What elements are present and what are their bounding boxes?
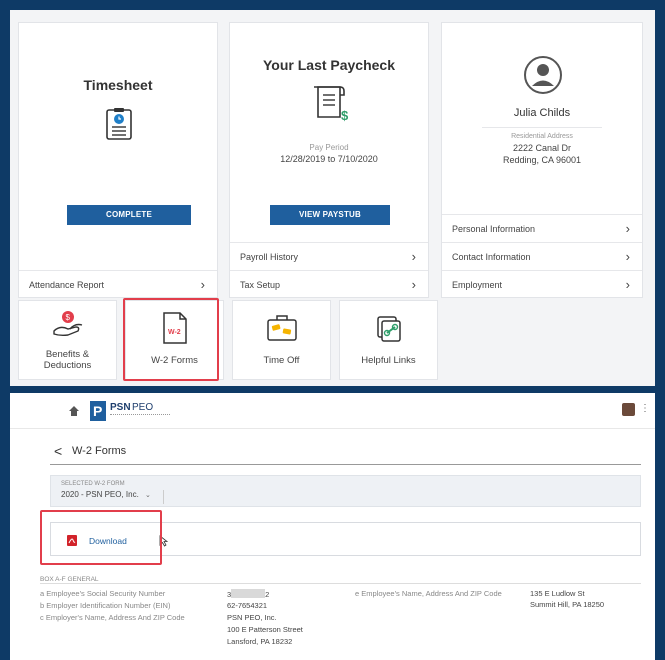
logo-text-bold: PSN [110, 402, 131, 413]
helpful-links-tile[interactable]: Helpful Links [339, 300, 438, 380]
timesheet-title: Timesheet [83, 77, 153, 93]
benefits-label-line2: Deductions [43, 360, 92, 371]
payroll-history-link[interactable]: Payroll History › [230, 242, 428, 270]
time-off-tile[interactable]: Time Off [232, 300, 331, 380]
box-section-label: BOX A-F GENERAL [40, 576, 99, 583]
w2-form-select[interactable]: 2020 - PSN PEO, Inc. ⌄ [61, 490, 164, 504]
select-label: SELECTED W-2 FORM [61, 481, 125, 487]
ein-value: 62-7654321 [227, 601, 268, 610]
suitcase-icon [266, 315, 297, 341]
paystub-icon: $ [314, 86, 349, 123]
chevron-right-icon: › [625, 249, 630, 264]
attendance-report-link[interactable]: Attendance Report › [19, 270, 217, 298]
title-underline [50, 464, 641, 465]
w2-forms-panel: P PSN PEO ⋮ < W-2 Forms SELECTED W-2 FOR… [10, 393, 655, 660]
dashboard-panel: Timesheet COMPLETE Attendance Report › Y… [10, 10, 655, 386]
chevron-right-icon: › [200, 277, 205, 292]
contact-information-label: Contact Information [452, 252, 531, 262]
employment-label: Employment [452, 280, 503, 290]
avatar-icon [524, 56, 562, 94]
complete-button[interactable]: COMPLETE [67, 205, 191, 225]
employee-city: Summit Hill, PA 18250 [530, 600, 605, 609]
svg-text:$: $ [341, 108, 349, 123]
pay-period-label: Pay Period [309, 143, 349, 152]
tax-setup-label: Tax Setup [240, 280, 281, 290]
w2-tile-highlight [123, 298, 219, 381]
view-paystub-button[interactable]: VIEW PAYSTUB [270, 205, 390, 225]
profile-divider [482, 127, 602, 128]
select-value: 2020 - PSN PEO, Inc. [61, 490, 139, 499]
helpful-links-label: Helpful Links [361, 355, 416, 366]
benefits-icon: $ [52, 311, 82, 337]
benefits-deductions-tile[interactable]: $ Benefits & Deductions [18, 300, 117, 380]
section-divider [40, 583, 641, 584]
ssn-redaction [231, 589, 266, 598]
chevron-right-icon: › [625, 277, 630, 292]
address-line2: Redding, CA 96001 [502, 155, 582, 165]
employer-address-label: c Employer's Name, Address And ZIP Code [40, 613, 185, 622]
download-highlight [40, 510, 162, 565]
contact-information-link[interactable]: Contact Information › [442, 242, 642, 270]
link-icon [376, 316, 401, 342]
personal-information-label: Personal Information [452, 224, 536, 234]
chevron-right-icon: › [411, 277, 416, 292]
psn-logo-mark: P [90, 401, 106, 421]
ssn-label: a Employee's Social Security Number [40, 589, 166, 598]
w2-form-selector: SELECTED W-2 FORM 2020 - PSN PEO, Inc. ⌄ [50, 475, 641, 507]
svg-text:P: P [93, 403, 102, 419]
payroll-history-label: Payroll History [240, 252, 299, 262]
personal-information-link[interactable]: Personal Information › [442, 214, 642, 242]
paycheck-card: Your Last Paycheck $ Pay Period 12/28/20… [229, 22, 429, 298]
employer-street: 100 E Patterson Street [227, 625, 303, 634]
pay-period-value: 12/28/2019 to 7/10/2020 [280, 154, 378, 164]
home-icon[interactable] [68, 405, 80, 417]
ein-label: b Employer Identification Number (EIN) [40, 601, 171, 610]
tax-setup-link[interactable]: Tax Setup › [230, 270, 428, 298]
employer-name: PSN PEO, Inc. [227, 613, 277, 622]
employee-street: 135 E Ludlow St [530, 589, 585, 598]
address-label: Residential Address [511, 133, 573, 140]
timesheet-card: Timesheet COMPLETE Attendance Report › [18, 22, 218, 298]
ssn-value: 32 [227, 589, 269, 600]
employer-city: Lansford, PA 18232 [227, 637, 293, 646]
paycheck-title: Your Last Paycheck [262, 57, 396, 73]
address-line1: 2222 Canal Dr [512, 143, 572, 153]
page-title: W-2 Forms [72, 445, 127, 457]
ssn-value-end: 2 [265, 590, 270, 599]
logo-tagline [110, 414, 170, 417]
svg-text:$: $ [65, 313, 70, 322]
user-avatar[interactable] [622, 403, 635, 416]
profile-card: Julia Childs Residential Address 2222 Ca… [441, 22, 643, 298]
timesheet-icon [106, 108, 132, 140]
back-button[interactable]: < [54, 443, 62, 459]
app-header: P PSN PEO ⋮ [10, 393, 655, 429]
profile-name: Julia Childs [513, 107, 571, 119]
time-off-label: Time Off [263, 355, 300, 366]
attendance-report-label: Attendance Report [29, 280, 105, 290]
chevron-right-icon: › [625, 221, 630, 236]
employee-address-label: e Employee's Name, Address And ZIP Code [355, 589, 502, 598]
chevron-right-icon: › [411, 249, 416, 264]
employment-link[interactable]: Employment › [442, 270, 642, 298]
chevron-down-icon: ⌄ [145, 492, 151, 499]
more-menu-icon[interactable]: ⋮ [640, 403, 650, 414]
logo-text-light: PEO [132, 402, 154, 413]
benefits-label-line1: Benefits & [45, 349, 90, 360]
